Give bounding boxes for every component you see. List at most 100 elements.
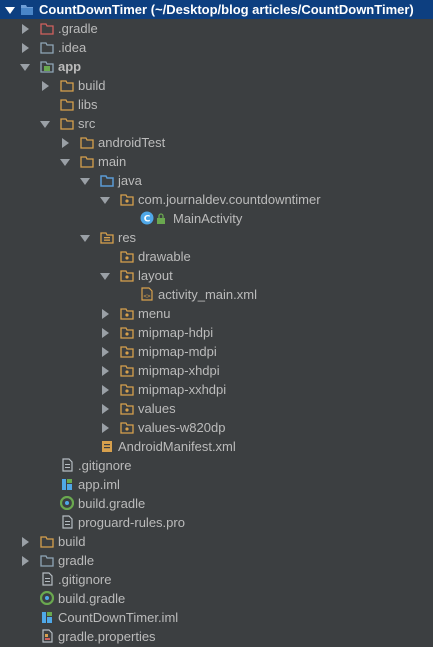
tree-row-mipmap-xhdpi[interactable]: mipmap-xhdpi — [0, 361, 433, 380]
tree-label: .gitignore — [58, 572, 112, 587]
tree-row-proguard-rules[interactable]: proguard-rules.pro — [0, 513, 433, 532]
chevron-right-icon[interactable] — [22, 43, 29, 53]
gradle-file-icon — [39, 590, 55, 606]
package-icon — [120, 420, 134, 434]
iml-file-icon — [60, 477, 74, 491]
text-file-icon — [60, 515, 74, 529]
chevron-right-icon[interactable] — [102, 347, 109, 357]
folder-red-icon — [40, 21, 54, 35]
tree-row-root[interactable]: CountDownTimer (~/Desktop/blog articles/… — [0, 0, 433, 19]
tree-row-build[interactable]: build — [0, 532, 433, 551]
tree-row-app-build[interactable]: build — [0, 76, 433, 95]
tree-label: src — [78, 116, 96, 131]
chevron-right-icon[interactable] — [102, 328, 109, 338]
properties-file-icon — [40, 629, 54, 643]
chevron-right-icon[interactable] — [42, 81, 49, 91]
package-icon — [120, 363, 134, 377]
tree-row-activity-main-xml[interactable]: <> activity_main.xml — [0, 285, 433, 304]
tree-label: java — [118, 173, 142, 188]
tree-label: CountDownTimer.iml — [58, 610, 179, 625]
package-icon — [120, 268, 134, 282]
chevron-right-icon[interactable] — [102, 366, 109, 376]
tree-label: mipmap-mdpi — [138, 344, 217, 359]
tree-row-layout[interactable]: layout — [0, 266, 433, 285]
tree-row-res[interactable]: res — [0, 228, 433, 247]
tree-label: .gitignore — [78, 458, 132, 473]
tree-label: values — [138, 401, 176, 416]
chevron-right-icon[interactable] — [22, 556, 29, 566]
tree-row-android-manifest[interactable]: AndroidManifest.xml — [0, 437, 433, 456]
chevron-down-icon[interactable] — [100, 273, 110, 280]
module-folder-icon — [40, 59, 54, 73]
svg-text:C: C — [144, 215, 151, 225]
tree-row-gradle-properties[interactable]: gradle.properties — [0, 627, 433, 646]
tree-label: com.journaldev.countdowntimer — [138, 192, 321, 207]
tree-row-mipmap-xxhdpi[interactable]: mipmap-xxhdpi — [0, 380, 433, 399]
folder-icon — [80, 135, 94, 149]
chevron-down-icon[interactable] — [60, 159, 70, 166]
chevron-down-icon[interactable] — [20, 64, 30, 71]
chevron-down-icon[interactable] — [80, 235, 90, 242]
tree-row-main[interactable]: main — [0, 152, 433, 171]
tree-row-idea[interactable]: .idea — [0, 38, 433, 57]
package-icon — [120, 401, 134, 415]
tree-row-values[interactable]: values — [0, 399, 433, 418]
chevron-down-icon[interactable] — [100, 197, 110, 204]
folder-icon — [40, 40, 54, 54]
tree-row-src[interactable]: src — [0, 114, 433, 133]
tree-label: libs — [78, 97, 98, 112]
tree-label: values-w820dp — [138, 420, 226, 435]
class-icon: C — [140, 211, 154, 225]
tree-label: res — [118, 230, 137, 245]
tree-row-values-w820dp[interactable]: values-w820dp — [0, 418, 433, 437]
tree-label: androidTest — [98, 135, 166, 150]
folder-icon — [60, 116, 74, 130]
chevron-right-icon[interactable] — [102, 309, 109, 319]
tree-row-package[interactable]: com.journaldev.countdowntimer — [0, 190, 433, 209]
tree-row-app-iml[interactable]: app.iml — [0, 475, 433, 494]
tree-row-menu[interactable]: menu — [0, 304, 433, 323]
chevron-right-icon[interactable] — [102, 385, 109, 395]
tree-label: mipmap-xhdpi — [138, 363, 220, 378]
tree-row-mipmap-hdpi[interactable]: mipmap-hdpi — [0, 323, 433, 342]
chevron-down-icon[interactable] — [80, 178, 90, 185]
source-folder-icon — [100, 173, 114, 187]
chevron-right-icon[interactable] — [62, 138, 69, 148]
gradle-file-icon — [59, 495, 75, 511]
tree-label: menu — [138, 306, 171, 321]
chevron-right-icon[interactable] — [22, 24, 29, 34]
tree-label: AndroidManifest.xml — [118, 439, 236, 454]
tree-row-gitignore[interactable]: .gitignore — [0, 570, 433, 589]
chevron-right-icon[interactable] — [102, 423, 109, 433]
package-icon — [120, 249, 134, 263]
tree-row-project-iml[interactable]: CountDownTimer.iml — [0, 608, 433, 627]
svg-text:<>: <> — [143, 293, 151, 300]
folder-icon — [40, 534, 54, 548]
package-icon — [120, 306, 134, 320]
tree-label: layout — [138, 268, 173, 283]
tree-row-java[interactable]: java — [0, 171, 433, 190]
tree-row-app-build-gradle[interactable]: build.gradle — [0, 494, 433, 513]
chevron-down-icon[interactable] — [40, 121, 50, 128]
tree-label: app — [58, 59, 82, 74]
folder-icon — [60, 97, 74, 111]
chevron-right-icon[interactable] — [102, 404, 109, 414]
chevron-down-icon[interactable] — [5, 7, 15, 14]
chevron-right-icon[interactable] — [22, 537, 29, 547]
tree-label: build.gradle — [58, 591, 126, 606]
tree-row-app-gitignore[interactable]: .gitignore — [0, 456, 433, 475]
tree-row-gradle-dir[interactable]: .gradle — [0, 19, 433, 38]
package-icon — [120, 382, 134, 396]
tree-row-mainactivity[interactable]: C MainActivity — [0, 209, 433, 228]
tree-row-libs[interactable]: libs — [0, 95, 433, 114]
tree-row-mipmap-mdpi[interactable]: mipmap-mdpi — [0, 342, 433, 361]
tree-row-build-gradle[interactable]: build.gradle — [0, 589, 433, 608]
project-folder-icon — [20, 2, 34, 16]
package-icon — [120, 325, 134, 339]
tree-row-drawable[interactable]: drawable — [0, 247, 433, 266]
tree-row-gradle[interactable]: gradle — [0, 551, 433, 570]
tree-label: app.iml — [78, 477, 120, 492]
tree-row-androidtest[interactable]: androidTest — [0, 133, 433, 152]
tree-row-app[interactable]: app — [0, 57, 433, 76]
folder-icon — [80, 154, 94, 168]
